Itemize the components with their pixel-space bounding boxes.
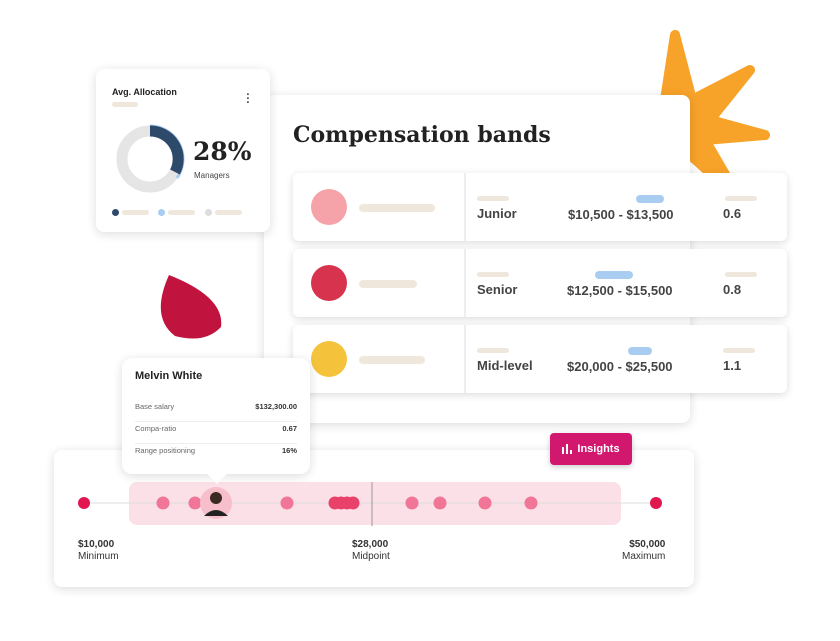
band-ratio: 0.6 bbox=[723, 206, 742, 221]
band-range: $20,000 - $25,500 bbox=[567, 359, 673, 374]
band-row[interactable]: Junior $10,500 - $13,500 0.6 bbox=[293, 173, 787, 241]
employee-dot bbox=[433, 496, 447, 510]
minimum-label: $10,000 Minimum bbox=[78, 539, 119, 562]
page-title: Compensation bands bbox=[293, 122, 551, 148]
employee-dot bbox=[405, 496, 419, 510]
band-ratio: 1.1 bbox=[723, 358, 742, 373]
min-marker bbox=[78, 497, 90, 509]
insights-label: Insights bbox=[577, 443, 620, 455]
more-options-icon[interactable]: · · · bbox=[246, 90, 250, 109]
employee-tooltip: Melvin White Base salary $132,300.00 Comp… bbox=[122, 358, 310, 484]
midpoint-label: $28,000 Midpoint bbox=[352, 539, 390, 562]
employee-dot bbox=[524, 496, 538, 510]
donut-chart bbox=[116, 124, 185, 193]
employee-name: Melvin White bbox=[135, 370, 203, 382]
bar-chart-icon bbox=[562, 444, 573, 454]
employee-dot bbox=[280, 496, 294, 510]
employee-dot bbox=[346, 496, 360, 510]
avatar bbox=[311, 265, 347, 301]
employee-dot bbox=[188, 496, 202, 510]
band-range: $10,500 - $13,500 bbox=[568, 207, 674, 222]
allocation-label: Managers bbox=[194, 171, 230, 180]
insights-button[interactable]: Insights bbox=[550, 433, 632, 465]
band-row[interactable]: Mid-level $20,000 - $25,500 1.1 bbox=[293, 325, 787, 393]
avatar bbox=[311, 189, 347, 225]
tooltip-row: Compa-ratio 0.67 bbox=[135, 422, 297, 444]
band-level: Junior bbox=[477, 206, 517, 221]
avatar bbox=[311, 341, 347, 377]
tooltip-row: Range positioning 16% bbox=[135, 446, 297, 455]
band-range: $12,500 - $15,500 bbox=[567, 283, 673, 298]
allocation-percent: 28% bbox=[193, 137, 252, 166]
band-row[interactable]: Senior $12,500 - $15,500 0.8 bbox=[293, 249, 787, 317]
band-level: Mid-level bbox=[477, 358, 533, 373]
avg-allocation-card: Avg. Allocation · · · 28% Managers bbox=[96, 69, 270, 232]
band-level: Senior bbox=[477, 282, 518, 297]
employee-dot bbox=[156, 496, 170, 510]
card-title: Avg. Allocation bbox=[112, 87, 177, 97]
employee-dot bbox=[478, 496, 492, 510]
tooltip-row: Base salary $132,300.00 bbox=[135, 400, 297, 422]
leaf-decoration bbox=[160, 275, 222, 339]
max-marker bbox=[650, 497, 662, 509]
band-ratio: 0.8 bbox=[723, 282, 742, 297]
maximum-label: $50,000 Maximum bbox=[622, 539, 666, 562]
